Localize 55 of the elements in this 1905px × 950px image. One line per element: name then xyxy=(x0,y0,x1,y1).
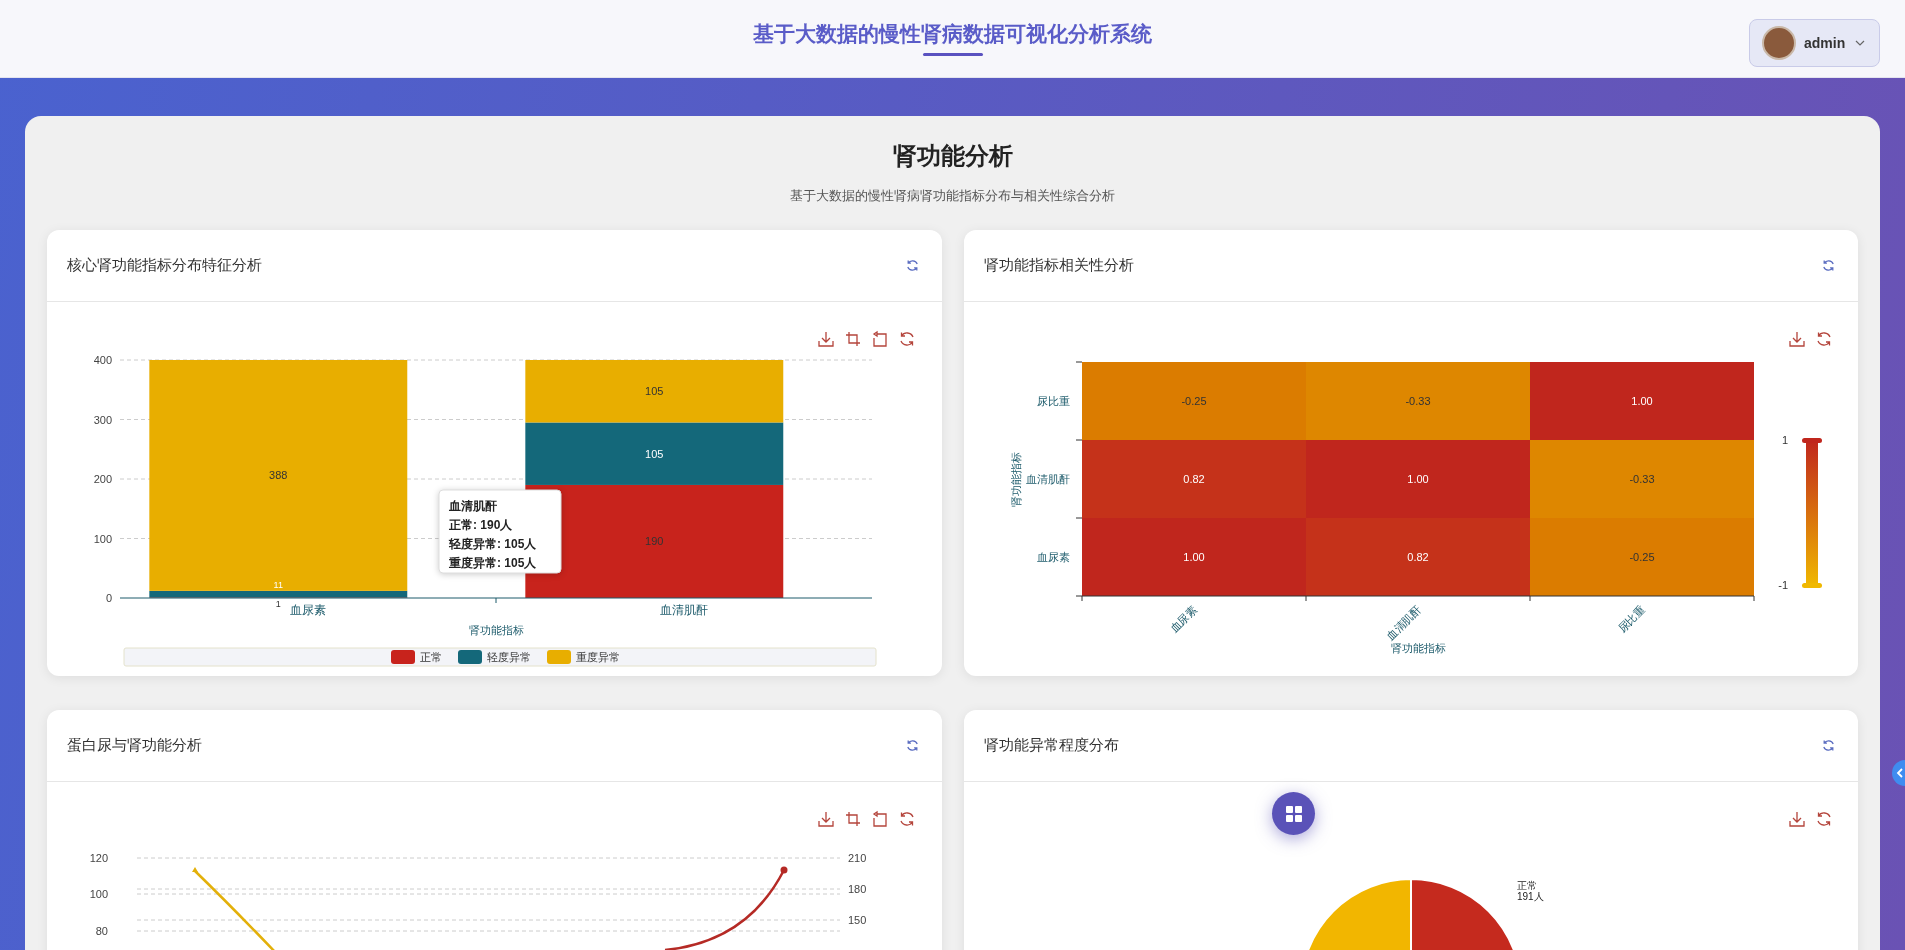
axis-tick-label: 100 xyxy=(89,888,108,900)
data-label: 105 xyxy=(645,447,664,460)
page-subtitle: 基于大数据的慢性肾病肾功能指标分布与相关性综合分析 xyxy=(790,187,1115,205)
cell-value: 1.00 xyxy=(1406,473,1429,485)
tooltip-title: 血清肌酐 xyxy=(449,499,497,513)
axis-tick-label: 210 xyxy=(848,852,867,864)
axis-tick-label: 120 xyxy=(89,852,108,864)
axis-category-label: 尿比重 xyxy=(1615,602,1647,635)
data-label: 190 xyxy=(645,535,664,548)
cell-value: -0.33 xyxy=(1404,395,1431,407)
cell-value: 1.00 xyxy=(1630,395,1653,407)
slice-label: 191人 xyxy=(1516,891,1544,902)
axis-category-label: 血尿素 xyxy=(1036,551,1070,563)
axis-tick-label: 80 xyxy=(95,925,108,937)
legend-label: 正常 xyxy=(420,651,442,663)
axis-category-label: 血清肌酐 xyxy=(1025,473,1070,485)
data-label: 105 xyxy=(645,385,664,398)
axis-title: 肾功能指标 xyxy=(1009,451,1022,507)
scale-label: 1 xyxy=(1781,434,1788,446)
slice-label: 正常 xyxy=(1516,880,1537,891)
cell-value: 0.82 xyxy=(1406,551,1429,563)
legend-label: 重度异常 xyxy=(576,651,620,663)
cell-value: 0.82 xyxy=(1182,473,1205,485)
data-label: 388 xyxy=(269,469,288,482)
axis-tick-label: 180 xyxy=(848,883,867,895)
axis-title: 肾功能指标 xyxy=(468,624,524,636)
card-title: 肾功能异常程度分布 xyxy=(983,735,1119,756)
scale-label: -1 xyxy=(1777,579,1788,591)
data-label: 1 xyxy=(275,599,281,609)
cell-value: -0.33 xyxy=(1628,473,1655,485)
cell-value: -0.25 xyxy=(1628,551,1655,563)
axis-category-label: 血清肌酐 xyxy=(1383,602,1423,643)
axis-category-label: 血尿素 xyxy=(1167,602,1199,635)
axis-title: 肾功能指标 xyxy=(1390,642,1445,654)
tooltip-text: 正常: 190人 xyxy=(449,518,513,532)
axis-tick-label: 300 xyxy=(93,413,112,426)
page-title: 肾功能分析 xyxy=(892,141,1013,171)
data-label: 11 xyxy=(273,579,283,590)
axis-category-label: 血尿素 xyxy=(290,603,326,617)
axis-tick-label: 200 xyxy=(93,473,112,485)
axis-category-label: 血清肌酐 xyxy=(660,603,708,617)
axis-category-label: 尿比重 xyxy=(1036,395,1070,407)
cell-value: 1.00 xyxy=(1182,551,1205,563)
card-title: 核心肾功能指标分布特征分析 xyxy=(67,255,262,276)
axis-tick-label: 400 xyxy=(93,354,112,366)
axis-tick-label: 0 xyxy=(105,592,112,604)
tooltip-text: 重度异常: 105人 xyxy=(449,556,537,570)
site-title: 基于大数据的慢性肾病数据可视化分析系统 xyxy=(753,20,1152,47)
tooltip-text: 轻度异常: 105人 xyxy=(449,537,537,551)
card-title: 肾功能指标相关性分析 xyxy=(983,255,1134,276)
legend-label: 轻度异常 xyxy=(487,651,531,663)
cell-value: -0.25 xyxy=(1180,395,1207,407)
axis-tick-label: 150 xyxy=(848,914,867,926)
card-title: 蛋白尿与肾功能分析 xyxy=(67,735,202,756)
axis-tick-label: 100 xyxy=(93,532,112,545)
